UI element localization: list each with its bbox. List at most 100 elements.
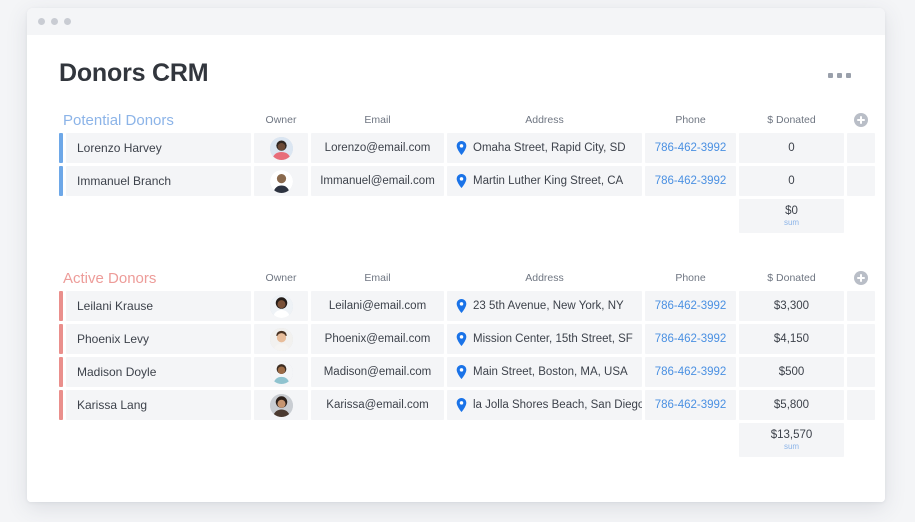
cell-extra[interactable] [847, 324, 875, 354]
cell-name[interactable]: Immanuel Branch [66, 166, 251, 196]
avatar [269, 327, 293, 351]
summary-spacer-accent [59, 423, 63, 457]
window-dot-minimize[interactable] [51, 18, 58, 25]
cell-extra[interactable] [847, 357, 875, 387]
page-header: Donors CRM [59, 59, 853, 88]
cell-email[interactable]: Phoenix@email.com [311, 324, 444, 354]
column-header-donated[interactable]: $ Donated [739, 114, 844, 126]
column-header-phone[interactable]: Phone [645, 272, 736, 284]
window-dot-close[interactable] [38, 18, 45, 25]
cell-address[interactable]: Omaha Street, Rapid City, SD [447, 133, 642, 163]
cell-name[interactable]: Madison Doyle [66, 357, 251, 387]
column-header-owner[interactable]: Owner [254, 114, 308, 126]
cell-donated[interactable]: 0 [739, 133, 844, 163]
avatar [269, 360, 293, 384]
cell-owner[interactable] [254, 133, 308, 163]
cell-phone[interactable]: 786-462-3992 [645, 166, 736, 196]
cell-donated[interactable]: 0 [739, 166, 844, 196]
plus-circle-icon[interactable] [854, 113, 868, 127]
table-header-row: Potential Donors Owner Email Address Phone $ … [59, 110, 868, 130]
avatar [269, 136, 293, 160]
cell-email[interactable]: Madison@email.com [311, 357, 444, 387]
cell-phone[interactable]: 786-462-3992 [645, 291, 736, 321]
page-content: Donors CRM Potential Donors Owner Email Add… [27, 35, 885, 502]
plus-circle-icon[interactable] [854, 271, 868, 285]
cell-donated[interactable]: $3,300 [739, 291, 844, 321]
map-pin-icon [456, 299, 467, 313]
row-accent-bar [59, 133, 63, 163]
cell-phone[interactable]: 786-462-3992 [645, 324, 736, 354]
summary-donated-cell[interactable]: $13,570 sum [739, 423, 844, 457]
section-potential-donors: Potential Donors Owner Email Address Phone $ … [59, 110, 875, 233]
column-header-email[interactable]: Email [311, 114, 444, 126]
table-row[interactable]: Phoenix Levy Phoenix@email.com Mission Cen… [59, 324, 875, 354]
table-row[interactable]: Leilani Krause Leilani@email.com 23 5th Av… [59, 291, 875, 321]
summary-donated-cell[interactable]: $0 sum [739, 199, 844, 233]
cell-extra[interactable] [847, 291, 875, 321]
summary-spacer-name [66, 423, 251, 457]
cell-owner[interactable] [254, 390, 308, 420]
cell-address[interactable]: Mission Center, 15th Street, SF [447, 324, 642, 354]
column-header-phone[interactable]: Phone [645, 114, 736, 126]
avatar [269, 169, 293, 193]
summary-spacer-phone [645, 423, 736, 457]
row-accent-bar [59, 166, 63, 196]
cell-donated[interactable]: $500 [739, 357, 844, 387]
cell-name[interactable]: Phoenix Levy [66, 324, 251, 354]
address-text: 23 5th Avenue, New York, NY [473, 300, 624, 312]
cell-email[interactable]: Karissa@email.com [311, 390, 444, 420]
column-header-email[interactable]: Email [311, 272, 444, 284]
table-row[interactable]: Karissa Lang Karissa@email.com la Jolla Sh… [59, 390, 875, 420]
cell-extra[interactable] [847, 390, 875, 420]
cell-extra[interactable] [847, 166, 875, 196]
address-text: Main Street, Boston, MA, USA [473, 366, 628, 378]
section-title: Active Donors [63, 269, 157, 287]
cell-donated[interactable]: $4,150 [739, 324, 844, 354]
summary-label: sum [783, 218, 800, 227]
address-text: la Jolla Shores Beach, San Diego [473, 399, 642, 411]
cell-address[interactable]: 23 5th Avenue, New York, NY [447, 291, 642, 321]
cell-owner[interactable] [254, 291, 308, 321]
cell-phone[interactable]: 786-462-3992 [645, 390, 736, 420]
cell-name[interactable]: Karissa Lang [66, 390, 251, 420]
summary-spacer-name [66, 199, 251, 233]
summary-row: $0 sum [59, 199, 853, 233]
cell-address[interactable]: Martin Luther King Street, CA [447, 166, 642, 196]
column-header-donated[interactable]: $ Donated [739, 272, 844, 284]
cell-name[interactable]: Lorenzo Harvey [66, 133, 251, 163]
address-text: Mission Center, 15th Street, SF [473, 333, 633, 345]
cell-email[interactable]: Leilani@email.com [311, 291, 444, 321]
table-row[interactable]: Immanuel Branch Immanuel@email.com Martin … [59, 166, 875, 196]
cell-extra[interactable] [847, 133, 875, 163]
map-pin-icon [456, 141, 467, 155]
address-text: Martin Luther King Street, CA [473, 175, 624, 187]
add-column-cell [847, 271, 875, 285]
row-accent-bar [59, 357, 63, 387]
cell-address[interactable]: la Jolla Shores Beach, San Diego [447, 390, 642, 420]
cell-email[interactable]: Immanuel@email.com [311, 166, 444, 196]
section-title: Potential Donors [63, 111, 174, 129]
summary-spacer-extra [847, 423, 875, 457]
column-header-address[interactable]: Address [447, 114, 642, 126]
table-row[interactable]: Madison Doyle Madison@email.com Main Stree… [59, 357, 875, 387]
browser-window: Donors CRM Potential Donors Owner Email Add… [27, 8, 885, 502]
table-row[interactable]: Lorenzo Harvey Lorenzo@email.com Omaha Str… [59, 133, 875, 163]
summary-value: $0 [785, 205, 798, 217]
column-header-address[interactable]: Address [447, 272, 642, 284]
map-pin-icon [456, 365, 467, 379]
cell-donated[interactable]: $5,800 [739, 390, 844, 420]
cell-phone[interactable]: 786-462-3992 [645, 133, 736, 163]
cell-address[interactable]: Main Street, Boston, MA, USA [447, 357, 642, 387]
cell-email[interactable]: Lorenzo@email.com [311, 133, 444, 163]
cell-name[interactable]: Leilani Krause [66, 291, 251, 321]
cell-owner[interactable] [254, 324, 308, 354]
map-pin-icon [456, 398, 467, 412]
column-header-owner[interactable]: Owner [254, 272, 308, 284]
cell-owner[interactable] [254, 166, 308, 196]
map-pin-icon [456, 332, 467, 346]
window-dot-maximize[interactable] [64, 18, 71, 25]
summary-spacer-email [311, 423, 444, 457]
cell-phone[interactable]: 786-462-3992 [645, 357, 736, 387]
cell-owner[interactable] [254, 357, 308, 387]
kebab-menu-icon[interactable] [828, 59, 853, 78]
